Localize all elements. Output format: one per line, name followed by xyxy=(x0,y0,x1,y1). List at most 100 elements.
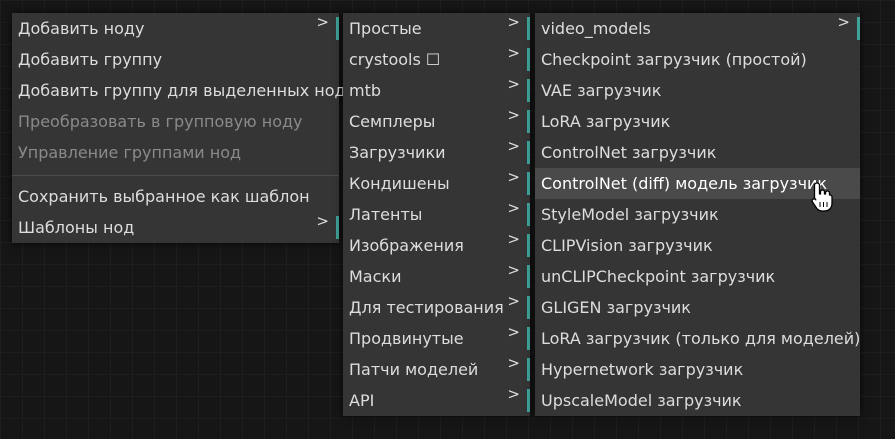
submenu-arrow-icon: > xyxy=(507,168,520,186)
submenu-indicator-bar xyxy=(527,172,530,195)
menu-item-label: Управление группами нод xyxy=(18,143,242,162)
submenu-indicator-bar xyxy=(527,296,530,319)
submenu-indicator-bar xyxy=(527,234,530,257)
menu-item-label: Добавить группу xyxy=(18,50,163,69)
submenu-item-latents[interactable]: Латенты > xyxy=(343,199,530,230)
menu-item-label: StyleModel загрузчик xyxy=(541,205,719,224)
category-submenu: Простые > crystools ☐ > mtb > Семплеры >… xyxy=(343,13,530,416)
menu-item-label: Преобразовать в групповую ноду xyxy=(18,112,303,131)
submenu-arrow-icon: > xyxy=(507,385,520,403)
menu-item-label: Шаблоны нод xyxy=(18,218,135,237)
submenu-item-crystools[interactable]: crystools ☐ > xyxy=(343,44,530,75)
submenu-item-loaders[interactable]: Загрузчики > xyxy=(343,137,530,168)
menu-item-add-group[interactable]: Добавить группу xyxy=(12,44,339,75)
submenu-indicator-bar xyxy=(527,17,530,40)
submenu-arrow-icon: > xyxy=(507,199,520,217)
submenu-item-masks[interactable]: Маски > xyxy=(343,261,530,292)
submenu-arrow-icon: > xyxy=(507,261,520,279)
submenu-item-images[interactable]: Изображения > xyxy=(343,230,530,261)
menu-item-label: Простые xyxy=(349,19,422,38)
menu-item-label: Загрузчики xyxy=(349,143,446,162)
submenu-arrow-icon: > xyxy=(507,137,520,155)
loader-item-lora[interactable]: LoRA загрузчик xyxy=(535,106,860,137)
menu-item-label: Продвинутые xyxy=(349,329,464,348)
submenu-arrow-icon: > xyxy=(316,212,329,230)
submenu-item-samplers[interactable]: Семплеры > xyxy=(343,106,530,137)
submenu-arrow-icon: > xyxy=(837,13,850,31)
menu-item-label: Добавить группу для выделенных нод xyxy=(18,81,346,100)
loader-item-lora-model-only[interactable]: LoRA загрузчик (только для моделей) xyxy=(535,323,860,354)
menu-item-label: Для тестирования xyxy=(349,298,504,317)
menu-item-label: Checkpoint загрузчик (простой) xyxy=(541,50,807,69)
submenu-arrow-icon: > xyxy=(507,75,520,93)
submenu-item-api[interactable]: API > xyxy=(343,385,530,416)
menu-item-label: video_models xyxy=(541,19,651,38)
submenu-indicator-bar xyxy=(527,110,530,133)
menu-item-label: Патчи моделей xyxy=(349,360,479,379)
loader-item-hypernetwork[interactable]: Hypernetwork загрузчик xyxy=(535,354,860,385)
menu-item-label: UpscaleModel загрузчик xyxy=(541,391,742,410)
menu-item-label: Изображения xyxy=(349,236,464,255)
submenu-item-model-patches[interactable]: Патчи моделей > xyxy=(343,354,530,385)
submenu-indicator-bar xyxy=(527,48,530,71)
submenu-arrow-icon: > xyxy=(507,230,520,248)
submenu-arrow-icon: > xyxy=(507,44,520,62)
submenu-indicator-bar xyxy=(527,327,530,350)
menu-item-label: Семплеры xyxy=(349,112,436,131)
menu-item-label: Сохранить выбранное как шаблон xyxy=(18,187,310,206)
menu-item-label: ControlNet (diff) модель загрузчик xyxy=(541,174,828,193)
menu-item-label: Добавить ноду xyxy=(18,19,145,38)
menu-item-label: Маски xyxy=(349,267,402,286)
loader-item-checkpoint-simple[interactable]: Checkpoint загрузчик (простой) xyxy=(535,44,860,75)
submenu-indicator-bar xyxy=(336,17,339,40)
menu-item-manage-group-nodes: Управление группами нод xyxy=(12,137,339,168)
menu-item-label: unCLIPCheckpoint загрузчик xyxy=(541,267,776,286)
menu-item-save-as-template[interactable]: Сохранить выбранное как шаблон xyxy=(12,181,339,212)
loader-item-vae[interactable]: VAE загрузчик xyxy=(535,75,860,106)
menu-item-label: GLIGEN загрузчик xyxy=(541,298,691,317)
submenu-item-simple[interactable]: Простые > xyxy=(343,13,530,44)
submenu-arrow-icon: > xyxy=(507,106,520,124)
loader-item-controlnet[interactable]: ControlNet загрузчик xyxy=(535,137,860,168)
submenu-indicator-bar xyxy=(527,389,530,412)
submenu-item-testing[interactable]: Для тестирования > xyxy=(343,292,530,323)
submenu-arrow-icon: > xyxy=(316,13,329,31)
loader-item-video-models[interactable]: video_models > xyxy=(535,13,860,44)
menu-item-label: LoRA загрузчик (только для моделей) xyxy=(541,329,861,348)
menu-item-label: Латенты xyxy=(349,205,423,224)
loaders-submenu: video_models > Checkpoint загрузчик (про… xyxy=(535,13,860,416)
submenu-indicator-bar xyxy=(527,358,530,381)
context-menu: Добавить ноду > Добавить группу Добавить… xyxy=(12,13,346,243)
menu-item-add-group-selected[interactable]: Добавить группу для выделенных нод xyxy=(12,75,346,106)
menu-item-label: API xyxy=(349,391,375,410)
loader-item-upscale-model[interactable]: UpscaleModel загрузчик xyxy=(535,385,860,416)
menu-item-add-node[interactable]: Добавить ноду > xyxy=(12,13,339,44)
menu-item-label: ControlNet загрузчик xyxy=(541,143,717,162)
submenu-indicator-bar xyxy=(336,216,339,239)
menu-item-label: Кондишены xyxy=(349,174,450,193)
menu-item-label: CLIPVision загрузчик xyxy=(541,236,713,255)
menu-item-node-templates[interactable]: Шаблоны нод > xyxy=(12,212,339,243)
menu-item-label: mtb xyxy=(349,81,382,100)
submenu-indicator-bar xyxy=(527,203,530,226)
submenu-arrow-icon: > xyxy=(507,354,520,372)
submenu-indicator-bar xyxy=(527,79,530,102)
loader-item-gligen[interactable]: GLIGEN загрузчик xyxy=(535,292,860,323)
menu-item-label: VAE загрузчик xyxy=(541,81,662,100)
submenu-item-advanced[interactable]: Продвинутые > xyxy=(343,323,530,354)
submenu-arrow-icon: > xyxy=(507,323,520,341)
submenu-indicator-bar xyxy=(857,17,860,40)
hand-pointer-cursor-icon xyxy=(811,182,833,212)
submenu-item-conditioning[interactable]: Кондишены > xyxy=(343,168,530,199)
submenu-arrow-icon: > xyxy=(507,13,520,31)
loader-item-clipvision[interactable]: CLIPVision загрузчик xyxy=(535,230,860,261)
submenu-item-mtb[interactable]: mtb > xyxy=(343,75,530,106)
menu-item-label: crystools ☐ xyxy=(349,50,441,69)
menu-item-label: LoRA загрузчик xyxy=(541,112,671,131)
submenu-indicator-bar xyxy=(527,141,530,164)
menu-item-convert-to-group-node: Преобразовать в групповую ноду xyxy=(12,106,339,137)
menu-item-label: Hypernetwork загрузчик xyxy=(541,360,744,379)
loader-item-unclip-checkpoint[interactable]: unCLIPCheckpoint загрузчик xyxy=(535,261,860,292)
submenu-arrow-icon: > xyxy=(507,292,520,310)
submenu-indicator-bar xyxy=(527,265,530,288)
